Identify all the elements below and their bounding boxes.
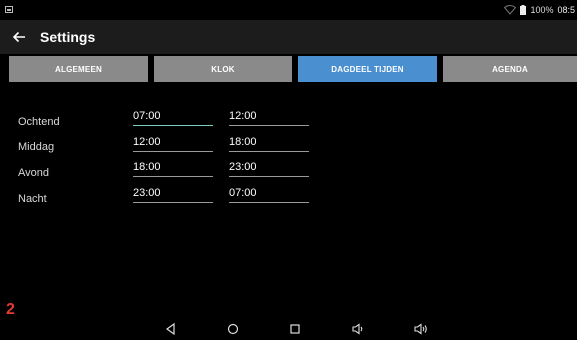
wifi-icon bbox=[504, 5, 517, 15]
ochtend-end-field[interactable]: 12:00 bbox=[229, 109, 309, 126]
nacht-start-field[interactable]: 23:00 bbox=[133, 186, 213, 203]
battery-percent: 100% bbox=[530, 5, 554, 15]
tab-klok[interactable]: KLOK bbox=[154, 56, 292, 82]
app-bar: Settings bbox=[0, 20, 577, 54]
navigation-bar bbox=[0, 318, 577, 340]
row-label-ochtend: Ochtend bbox=[18, 116, 60, 128]
middag-end-field[interactable]: 18:00 bbox=[229, 135, 309, 152]
battery-icon bbox=[520, 5, 527, 15]
tab-algemeen[interactable]: ALGEMEEN bbox=[9, 56, 148, 82]
notification-icon bbox=[5, 6, 13, 13]
ochtend-start-field[interactable]: 07:00 bbox=[133, 109, 213, 126]
volume-up-icon[interactable] bbox=[414, 322, 428, 336]
page-number: 2 bbox=[6, 301, 15, 318]
status-bar: 100% 08:5 bbox=[0, 0, 577, 20]
tab-agenda[interactable]: AGENDA bbox=[443, 56, 577, 82]
status-right: 100% 08:5 bbox=[504, 4, 575, 16]
middag-start-field[interactable]: 12:00 bbox=[133, 135, 213, 152]
volume-down-icon[interactable] bbox=[351, 322, 365, 336]
recents-square-icon[interactable] bbox=[288, 322, 302, 336]
avond-end-field[interactable]: 23:00 bbox=[229, 160, 309, 177]
tab-dagdeel-tijden[interactable]: DAGDEEL TIJDEN bbox=[298, 56, 437, 82]
page-title: Settings bbox=[40, 29, 96, 45]
tab-bar: ALGEMEEN KLOK DAGDEEL TIJDEN AGENDA bbox=[0, 54, 577, 82]
clock: 08:5 bbox=[557, 5, 575, 15]
home-circle-icon[interactable] bbox=[226, 322, 240, 336]
back-arrow-icon[interactable] bbox=[11, 29, 27, 45]
nacht-end-field[interactable]: 07:00 bbox=[229, 186, 309, 203]
row-label-avond: Avond bbox=[18, 167, 49, 179]
avond-start-field[interactable]: 18:00 bbox=[133, 160, 213, 177]
row-label-middag: Middag bbox=[18, 141, 55, 153]
row-label-nacht: Nacht bbox=[18, 193, 47, 205]
back-triangle-icon[interactable] bbox=[164, 322, 178, 336]
